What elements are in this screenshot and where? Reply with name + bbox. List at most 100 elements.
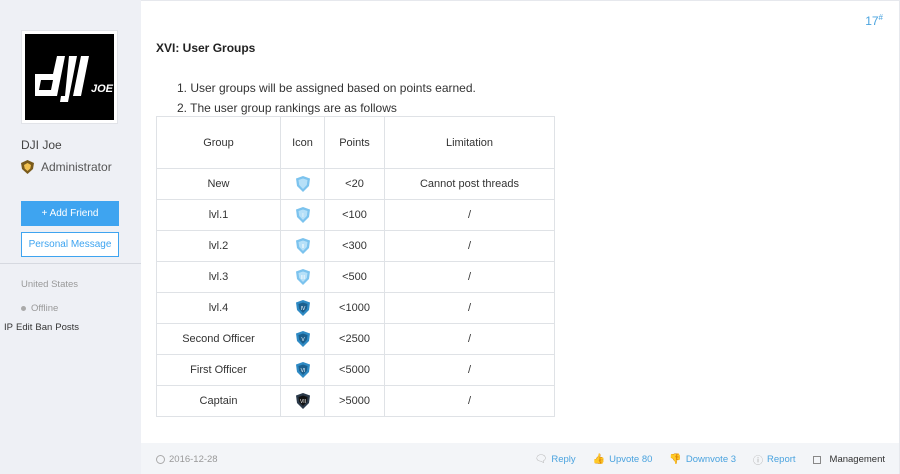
rules-list: 1. User groups will be assigned based on… (177, 78, 476, 118)
cell-group: lvl.3 (156, 261, 281, 293)
user-role: Administrator (21, 160, 112, 174)
cell-points: <100 (324, 199, 385, 231)
cell-icon (280, 168, 325, 200)
thumbs-up-icon: 👍 (592, 454, 606, 465)
edit-link[interactable]: Edit (16, 322, 32, 333)
clock-icon (156, 455, 165, 464)
shield-rank-4-icon: IV (295, 300, 310, 316)
avatar[interactable]: JOE (21, 30, 118, 124)
reply-button[interactable]: 🗨 Reply (535, 454, 576, 465)
management-label: Management (829, 454, 885, 465)
cell-limitation: / (384, 354, 555, 386)
cell-group: Second Officer (156, 323, 281, 355)
table-row: Second Officer V <2500/ (156, 323, 555, 355)
downvote-label: Downvote 3 (685, 454, 737, 465)
shield-rank-new-icon (295, 176, 310, 192)
table-row: lvl.3 III <500/ (156, 261, 555, 293)
header-icon: Icon (280, 116, 325, 169)
cell-icon: VII (280, 385, 325, 417)
table-row: lvl.4 IV <1000/ (156, 292, 555, 324)
cell-icon: V (280, 323, 325, 355)
management-checkbox[interactable] (812, 455, 821, 464)
shield-rank-6-icon: VI (295, 362, 310, 378)
cell-group: lvl.1 (156, 199, 281, 231)
cell-limitation: / (384, 323, 555, 355)
cell-icon: IV (280, 292, 325, 324)
svg-text:JOE: JOE (91, 83, 114, 95)
table-row: lvl.1 I <100/ (156, 199, 555, 231)
post-date: 2016-12-28 (156, 454, 218, 465)
cell-group: First Officer (156, 354, 281, 386)
floor-number[interactable]: 17# (865, 13, 883, 28)
username[interactable]: DJI Joe (21, 138, 62, 152)
user-groups-table: Group Icon Points Limitation New <20 Canno… (156, 116, 555, 417)
cell-limitation: / (384, 230, 555, 262)
cell-icon: III (280, 261, 325, 293)
role-label: Administrator (41, 160, 112, 174)
report-button[interactable]: ⓘ Report (753, 452, 796, 467)
upvote-label: Upvote 80 (609, 454, 653, 465)
admin-links: IP Edit Ban Posts (4, 322, 82, 333)
table-row: Captain VII >5000/ (156, 385, 555, 417)
cell-limitation: Cannot post threads (384, 168, 555, 200)
svg-text:VII: VII (299, 399, 305, 405)
table-header-row: Group Icon Points Limitation (156, 116, 555, 169)
posts-link[interactable]: Posts (55, 322, 79, 333)
table-row: First Officer VI <5000/ (156, 354, 555, 386)
user-country: United States (21, 279, 79, 290)
admin-badge-icon (21, 160, 34, 174)
table-row: lvl.2 II <300/ (156, 230, 555, 262)
post-actions: 🗨 Reply 👍 Upvote 80 👎 Downvote 3 ⓘ Report Ma… (518, 452, 885, 467)
ban-link[interactable]: Ban (35, 322, 52, 333)
speech-bubble-icon: 🗨 (534, 454, 548, 465)
cell-limitation: / (384, 292, 555, 324)
header-points: Points (324, 116, 385, 169)
header-group: Group (156, 116, 281, 169)
cell-points: <1000 (324, 292, 385, 324)
shield-rank-5-icon: V (295, 331, 310, 347)
ip-link[interactable]: IP (4, 322, 13, 333)
shield-rank-3-icon: III (295, 269, 310, 285)
header-limitation: Limitation (384, 116, 555, 169)
user-sidebar: JOE DJI Joe Administrator + Add Friend P… (0, 0, 141, 474)
reply-label: Reply (551, 454, 576, 465)
cell-limitation: / (384, 261, 555, 293)
cell-icon: I (280, 199, 325, 231)
svg-text:VI: VI (300, 368, 305, 374)
svg-text:IV: IV (300, 306, 305, 312)
online-status: Offline (21, 303, 58, 314)
dji-logo: JOE (25, 34, 114, 120)
add-friend-button[interactable]: + Add Friend (21, 201, 119, 226)
report-label: Report (767, 454, 796, 465)
cell-points: >5000 (324, 385, 385, 417)
cell-group: Captain (156, 385, 281, 417)
personal-message-button[interactable]: Personal Message (21, 232, 119, 257)
cell-points: <500 (324, 261, 385, 293)
svg-text:I: I (302, 213, 303, 219)
table-row: New <20 Cannot post threads (156, 168, 555, 200)
cell-points: <5000 (324, 354, 385, 386)
downvote-button[interactable]: 👎 Downvote 3 (669, 454, 736, 465)
shield-rank-7-icon: VII (295, 393, 310, 409)
cell-points: <20 (324, 168, 385, 200)
shield-rank-2-icon: II (295, 238, 310, 254)
cell-limitation: / (384, 385, 555, 417)
shield-rank-1-icon: I (295, 207, 310, 223)
cell-group: New (156, 168, 281, 200)
management-toggle[interactable]: Management (812, 454, 885, 465)
floor-number-value: 17 (865, 14, 879, 28)
thumbs-down-icon: 👎 (669, 454, 682, 465)
upvote-button[interactable]: 👍 Upvote 80 (593, 454, 653, 465)
post-content: 17# XVI: User Groups 1. User groups will… (141, 0, 900, 474)
post-heading: XVI: User Groups (156, 41, 256, 55)
post-footer: 2016-12-28 🗨 Reply 👍 Upvote 80 👎 Downvote 3… (141, 443, 899, 474)
cell-limitation: / (384, 199, 555, 231)
sidebar-divider (0, 263, 141, 264)
list-item: 2. The user group rankings are as follow… (177, 101, 397, 115)
cell-icon: VI (280, 354, 325, 386)
status-dot-icon (21, 306, 26, 311)
svg-text:II: II (301, 244, 304, 250)
cell-group: lvl.4 (156, 292, 281, 324)
cell-points: <2500 (324, 323, 385, 355)
alert-circle-icon: ⓘ (753, 456, 764, 467)
